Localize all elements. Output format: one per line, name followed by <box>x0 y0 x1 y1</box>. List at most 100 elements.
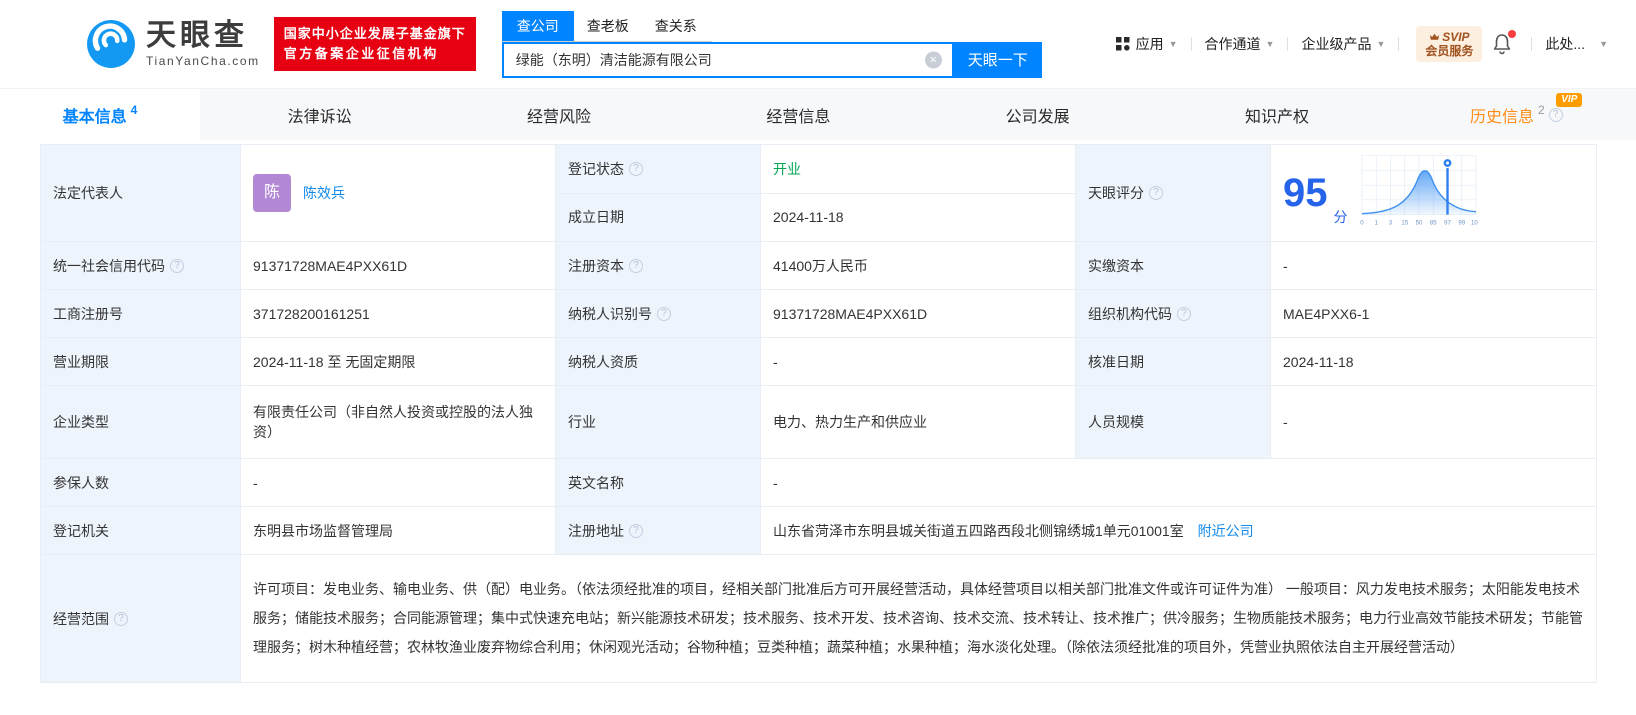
reg-capital-label: 注册资本 <box>568 257 624 274</box>
insured-count-value: - <box>253 474 258 491</box>
top-nav: 应用 ▼ 合作通道 ▼ 企业级产品 ▼ SVIP 会员服务 此处... ▼ <box>1115 26 1636 62</box>
chevron-down-icon: ▼ <box>1265 39 1275 49</box>
english-name-label: 英文名称 <box>568 474 624 491</box>
business-scope-label-cell: 经营范围? <box>40 554 241 683</box>
nav-apps[interactable]: 应用 ▼ <box>1115 34 1178 54</box>
tab-operation-risk[interactable]: 经营风险 <box>439 89 678 140</box>
avatar[interactable]: 陈 <box>253 174 291 212</box>
score-label-cell: 天眼评分? <box>1075 144 1271 242</box>
logo-site: TianYanCha.com <box>146 54 260 68</box>
header: 天眼查 TianYanCha.com 国家中小企业发展子基金旗下 官方备案企业征… <box>0 0 1636 88</box>
clear-icon[interactable]: × <box>924 51 942 68</box>
chevron-down-icon: ▼ <box>1599 39 1608 49</box>
nav-cooperation[interactable]: 合作通道 ▼ <box>1205 34 1275 54</box>
reg-authority-label-cell: 登记机关 <box>40 506 241 555</box>
svg-text:3: 3 <box>1388 219 1392 226</box>
search-box: × <box>501 41 954 78</box>
reg-address-label: 注册地址 <box>568 522 624 539</box>
search-row: × 天眼一下 <box>501 41 1042 78</box>
notification-dot <box>1508 30 1517 38</box>
insured-count-label: 参保人数 <box>53 474 109 491</box>
tab-basic-info[interactable]: 基本信息 4 <box>0 89 200 140</box>
search-tab-boss[interactable]: 查老板 <box>574 11 642 41</box>
help-icon[interactable]: ? <box>629 258 643 273</box>
reg-status-value: 开业 <box>773 160 801 177</box>
reg-authority-label: 登记机关 <box>53 522 109 539</box>
help-icon[interactable]: ? <box>1149 186 1163 200</box>
legal-rep-name-link[interactable]: 陈效兵 <box>303 183 345 203</box>
help-icon[interactable]: ? <box>629 523 643 538</box>
score-value-cell: 95 分 0 1 3 15 50 85 97 99 10 <box>1270 144 1597 242</box>
company-type-value-cell: 有限责任公司（非自然人投资或控股的法人独资） <box>240 385 556 459</box>
search-tab-company[interactable]: 查公司 <box>501 10 574 41</box>
help-icon[interactable]: ? <box>114 611 128 626</box>
reg-capital-value-cell: 41400万人民币 <box>760 241 1076 290</box>
org-code-label-cell: 组织机构代码? <box>1075 289 1271 338</box>
basic-info-table: 法定代表人 陈 陈效兵 登记状态? 开业 天眼评分? 95 分 0 1 3 15… <box>40 144 1597 683</box>
org-code-value-cell: MAE4PXX6-1 <box>1270 289 1597 338</box>
logo-text: 天眼查 TianYanCha.com <box>146 19 260 69</box>
reg-number-value-cell: 371728200161251 <box>240 289 556 338</box>
industry-value: 电力、热力生产和供应业 <box>773 414 927 430</box>
nav-user-menu[interactable]: 此处... ▼ <box>1545 34 1608 54</box>
nav-divider <box>1398 37 1400 51</box>
approval-date-value-cell: 2024-11-18 <box>1270 337 1597 386</box>
taxpayer-id-value: 91371728MAE4PXX61D <box>773 305 928 322</box>
nav-divider <box>1287 37 1289 51</box>
nav-enterprise-products[interactable]: 企业级产品 ▼ <box>1301 34 1385 54</box>
credit-code-value: 91371728MAE4PXX61D <box>253 257 408 274</box>
help-icon[interactable]: ? <box>170 258 184 273</box>
tab-intellectual-property[interactable]: 知识产权 <box>1157 89 1396 140</box>
reg-number-label-cell: 工商注册号 <box>40 289 241 338</box>
reg-capital-value: 41400万人民币 <box>773 257 868 274</box>
establish-date-value-cell: 2024-11-18 <box>760 192 1076 242</box>
taxpayer-id-value-cell: 91371728MAE4PXX61D <box>760 289 1076 338</box>
org-code-label: 组织机构代码 <box>1088 305 1172 322</box>
tab-business-info[interactable]: 经营信息 <box>679 89 918 140</box>
staff-size-value: - <box>1283 414 1288 430</box>
help-icon[interactable]: ? <box>657 306 671 321</box>
search-tab-relation[interactable]: 查关系 <box>642 11 710 41</box>
tab-company-development[interactable]: 公司发展 <box>918 89 1157 140</box>
nav-cooperation-label: 合作通道 <box>1204 36 1261 52</box>
reg-number-value: 371728200161251 <box>253 305 370 322</box>
business-term-label-cell: 营业期限 <box>40 337 241 386</box>
search-input[interactable] <box>503 51 952 68</box>
taxpayer-id-label: 纳税人识别号 <box>568 305 652 322</box>
nav-apps-label: 应用 <box>1135 36 1164 52</box>
tab-legal-litigation[interactable]: 法律诉讼 <box>200 89 439 140</box>
search-area: 查公司 查老板 查关系 × 天眼一下 <box>501 10 1042 78</box>
svg-text:15: 15 <box>1401 219 1408 226</box>
nearby-companies-link[interactable]: 附近公司 <box>1198 523 1254 539</box>
help-icon[interactable]: ? <box>629 161 643 176</box>
paid-capital-label: 实缴资本 <box>1088 257 1144 274</box>
reg-authority-value: 东明县市场监督管理局 <box>253 522 393 539</box>
notification-bell[interactable] <box>1492 30 1517 55</box>
industry-value-cell: 电力、热力生产和供应业 <box>760 385 1076 459</box>
svip-label: SVIP <box>1442 30 1470 44</box>
taxpayer-quality-value: - <box>773 353 778 370</box>
taxpayer-quality-label-cell: 纳税人资质 <box>555 337 761 386</box>
establish-date-label-cell: 成立日期 <box>555 192 761 242</box>
logo-brand: 天眼查 <box>146 19 248 52</box>
svg-text:85: 85 <box>1429 219 1436 226</box>
search-button[interactable]: 天眼一下 <box>953 41 1042 78</box>
industry-label: 行业 <box>568 414 596 430</box>
help-icon[interactable]: ? <box>1177 306 1191 321</box>
svip-member-badge[interactable]: SVIP 会员服务 <box>1416 26 1483 62</box>
help-icon[interactable]: ? <box>1548 107 1563 122</box>
tianyancha-logo-icon <box>87 20 135 68</box>
tab-company-development-label: 公司发展 <box>1005 108 1070 126</box>
english-name-label-cell: 英文名称 <box>555 458 761 507</box>
reg-capital-label-cell: 注册资本? <box>555 241 761 290</box>
chevron-down-icon: ▼ <box>1168 39 1178 49</box>
taxpayer-quality-value-cell: - <box>760 337 1076 386</box>
legal-rep-value-cell: 陈 陈效兵 <box>240 144 556 242</box>
business-term-value-cell: 2024-11-18 至 无固定期限 <box>240 337 556 386</box>
tianyancha-logo[interactable]: 天眼查 TianYanCha.com <box>86 19 260 69</box>
tab-basic-info-label: 基本信息 <box>62 108 127 126</box>
certification-line2: 官方备案企业征信机构 <box>283 46 439 61</box>
company-type-label-cell: 企业类型 <box>40 385 241 459</box>
tab-business-info-label: 经营信息 <box>766 108 831 126</box>
tab-history-info[interactable]: VIP 历史信息 2 ? <box>1397 89 1636 140</box>
